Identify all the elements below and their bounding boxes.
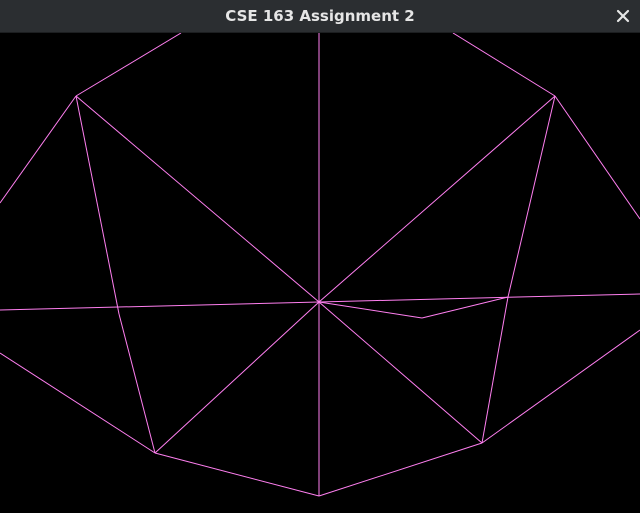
window-titlebar[interactable]: CSE 163 Assignment 2 <box>0 0 640 33</box>
mesh-edge <box>0 95 77 204</box>
mesh-edge <box>554 95 640 220</box>
mesh-edge <box>507 95 556 298</box>
mesh-edge <box>481 296 509 444</box>
mesh-edge <box>0 301 320 311</box>
mesh-edge <box>154 452 320 497</box>
mesh-edge <box>118 313 156 454</box>
close-icon <box>616 9 630 23</box>
mesh-edge <box>75 95 120 315</box>
app-window: CSE 163 Assignment 2 <box>0 0 640 513</box>
render-viewport[interactable] <box>0 33 640 513</box>
mesh-edge <box>318 293 640 303</box>
wireframe-mesh <box>0 33 640 497</box>
mesh-edge <box>318 95 556 303</box>
mesh-edge <box>318 301 483 444</box>
mesh-edge <box>452 33 556 97</box>
mesh-edge <box>75 95 320 303</box>
mesh-edge <box>154 301 320 454</box>
mesh-edge <box>318 442 483 497</box>
close-button[interactable] <box>612 5 634 27</box>
mesh-edge <box>481 329 640 444</box>
mesh-edge <box>75 33 182 97</box>
mesh-edge <box>421 296 509 319</box>
mesh-edge <box>0 352 156 454</box>
window-title: CSE 163 Assignment 2 <box>225 7 415 25</box>
mesh-edges <box>0 33 640 497</box>
